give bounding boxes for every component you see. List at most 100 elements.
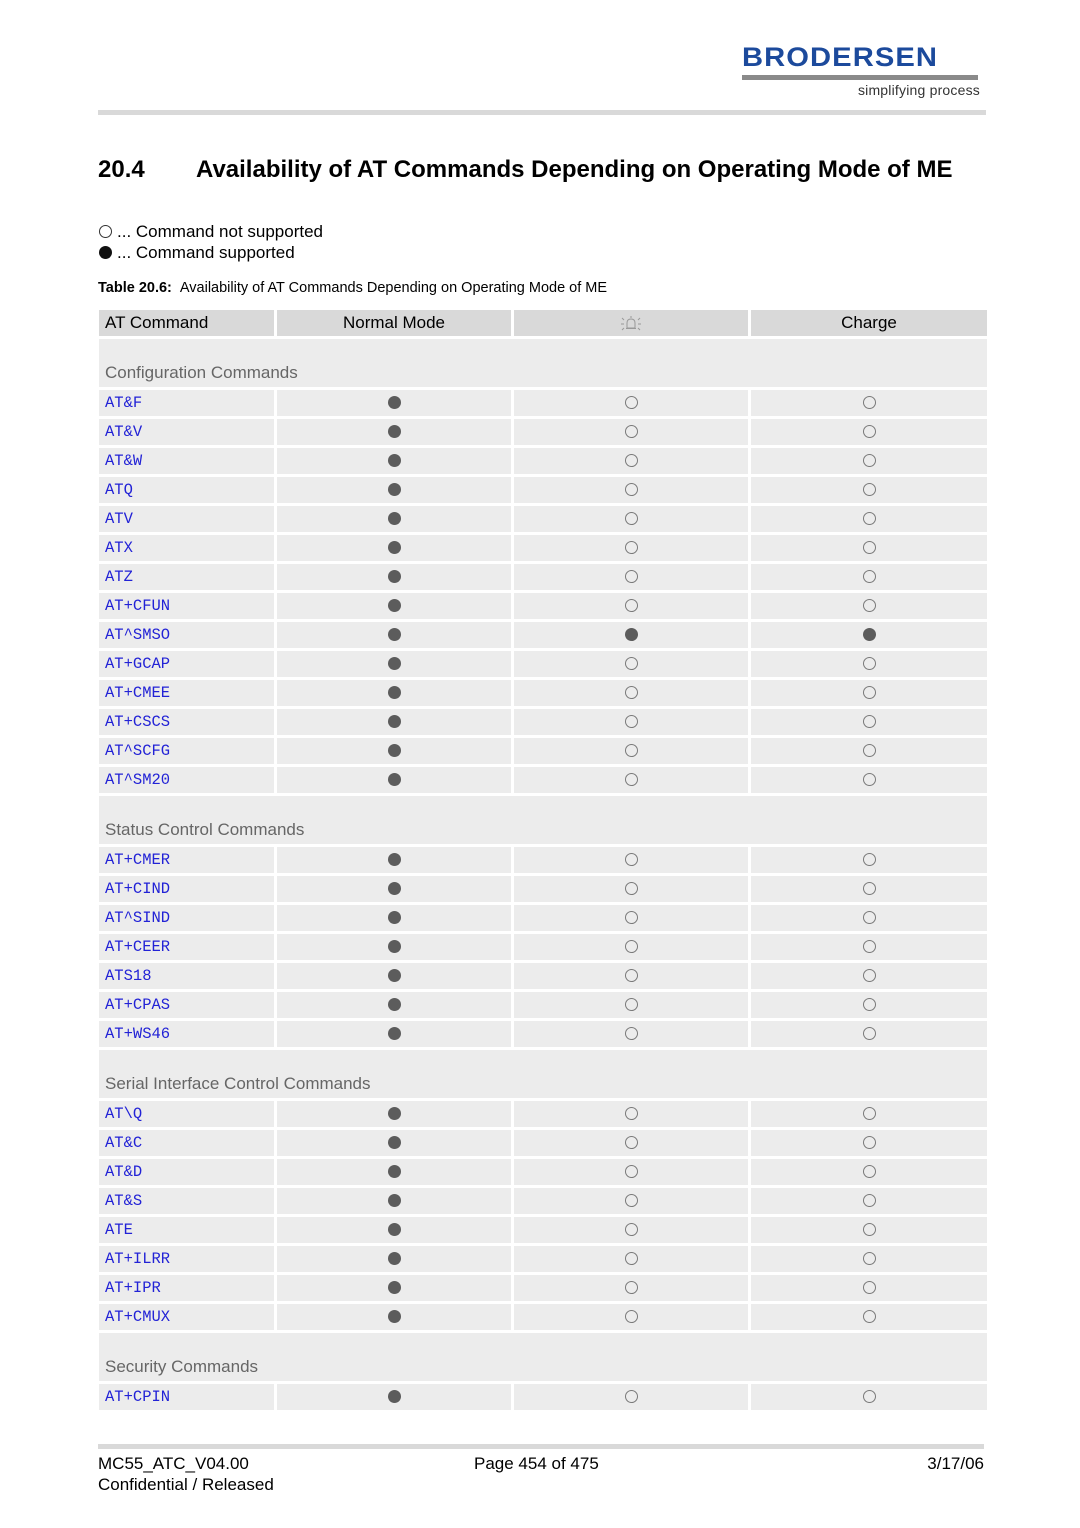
command-link[interactable]: AT+CMUX	[99, 1304, 274, 1330]
supported-filled-circle-icon	[387, 570, 401, 584]
command-link[interactable]: AT+CPAS	[99, 992, 274, 1018]
cell-charge-mode	[751, 1101, 987, 1127]
table-body: Configuration Commands AT&F AT&V AT&W ATQ ATV…	[99, 339, 987, 1410]
cell-normal-mode	[277, 390, 511, 416]
not-supported-open-circle-icon	[862, 1136, 876, 1150]
command-link[interactable]: ATX	[99, 535, 274, 561]
command-link[interactable]: ATV	[99, 506, 274, 532]
cell-charge-mode	[751, 477, 987, 503]
group-title: Serial Interface Control Commands	[99, 1050, 987, 1098]
footer-doc-id: MC55_ATC_V04.00	[98, 1454, 249, 1473]
command-link[interactable]: ATS18	[99, 963, 274, 989]
legend-supported: ... Command supported	[98, 242, 323, 263]
cell-alarm-mode	[514, 477, 748, 503]
not-supported-open-circle-icon	[624, 396, 638, 410]
command-link[interactable]: AT+GCAP	[99, 651, 274, 677]
cell-alarm-mode	[514, 593, 748, 619]
command-link[interactable]: AT+CIND	[99, 876, 274, 902]
cell-normal-mode	[277, 506, 511, 532]
command-link[interactable]: AT^SCFG	[99, 738, 274, 764]
cell-charge-mode	[751, 992, 987, 1018]
command-link[interactable]: ATE	[99, 1217, 274, 1243]
cell-normal-mode	[277, 876, 511, 902]
command-link[interactable]: AT&C	[99, 1130, 274, 1156]
logo-wordmark: BRODERSEN	[742, 42, 939, 72]
table-row: AT+CPAS	[99, 992, 987, 1018]
not-supported-open-circle-icon	[862, 969, 876, 983]
not-supported-open-circle-icon	[624, 773, 638, 787]
not-supported-open-circle-icon	[862, 541, 876, 555]
not-supported-open-circle-icon	[624, 1136, 638, 1150]
cell-alarm-mode	[514, 1217, 748, 1243]
cell-normal-mode	[277, 448, 511, 474]
cell-normal-mode	[277, 1021, 511, 1047]
command-link[interactable]: AT+CFUN	[99, 593, 274, 619]
not-supported-open-circle-icon	[862, 454, 876, 468]
command-link[interactable]: AT^SM20	[99, 767, 274, 793]
footer-date: 3/17/06	[927, 1454, 984, 1473]
supported-filled-circle-icon	[387, 1165, 401, 1179]
not-supported-open-circle-icon	[862, 425, 876, 439]
cell-alarm-mode	[514, 448, 748, 474]
command-link[interactable]: AT\Q	[99, 1101, 274, 1127]
command-link[interactable]: AT+CMEE	[99, 680, 274, 706]
command-link[interactable]: AT&F	[99, 390, 274, 416]
supported-filled-circle-icon	[387, 1281, 401, 1295]
table-row: AT\Q	[99, 1101, 987, 1127]
cell-alarm-mode	[514, 651, 748, 677]
column-header-normal-mode: Normal Mode	[277, 310, 511, 336]
footer-status: Confidential / Released	[98, 1475, 274, 1494]
command-link[interactable]: AT&S	[99, 1188, 274, 1214]
header-rule	[98, 110, 986, 115]
not-supported-open-circle-icon	[624, 541, 638, 555]
command-link[interactable]: ATQ	[99, 477, 274, 503]
cell-normal-mode	[277, 651, 511, 677]
command-link[interactable]: AT&W	[99, 448, 274, 474]
command-link[interactable]: AT+ILRR	[99, 1246, 274, 1272]
cell-charge-mode	[751, 1246, 987, 1272]
command-link[interactable]: AT&V	[99, 419, 274, 445]
table-row: AT+IPR	[99, 1275, 987, 1301]
logo-tagline: simplifying process	[857, 82, 980, 98]
supported-filled-circle-icon	[387, 773, 401, 787]
supported-filled-circle-icon	[387, 744, 401, 758]
cell-normal-mode	[277, 1188, 511, 1214]
command-link[interactable]: AT+CPIN	[99, 1384, 274, 1410]
column-header-charge: Charge	[751, 310, 987, 336]
command-link[interactable]: AT+IPR	[99, 1275, 274, 1301]
not-supported-open-circle-icon	[624, 1027, 638, 1041]
group-title: Status Control Commands	[99, 796, 987, 844]
table-row: AT+GCAP	[99, 651, 987, 677]
command-link[interactable]: AT+CEER	[99, 934, 274, 960]
not-supported-open-circle-icon	[624, 657, 638, 671]
command-link[interactable]: AT+CSCS	[99, 709, 274, 735]
cell-charge-mode	[751, 1304, 987, 1330]
not-supported-open-circle-icon	[862, 773, 876, 787]
not-supported-open-circle-icon	[624, 454, 638, 468]
filled-circle-icon	[99, 246, 112, 259]
command-link[interactable]: ATZ	[99, 564, 274, 590]
cell-normal-mode	[277, 593, 511, 619]
command-link[interactable]: AT+WS46	[99, 1021, 274, 1047]
cell-normal-mode	[277, 1275, 511, 1301]
cell-alarm-mode	[514, 876, 748, 902]
cell-normal-mode	[277, 934, 511, 960]
cell-normal-mode	[277, 564, 511, 590]
cell-charge-mode	[751, 593, 987, 619]
supported-filled-circle-icon	[387, 1310, 401, 1324]
cell-charge-mode	[751, 535, 987, 561]
supported-filled-circle-icon	[387, 657, 401, 671]
not-supported-open-circle-icon	[862, 940, 876, 954]
footer-page-number: Page 454 of 475	[474, 1454, 599, 1473]
cell-alarm-mode	[514, 963, 748, 989]
command-link[interactable]: AT&D	[99, 1159, 274, 1185]
command-link[interactable]: AT^SIND	[99, 905, 274, 931]
not-supported-open-circle-icon	[624, 1281, 638, 1295]
cell-charge-mode	[751, 564, 987, 590]
table-row: AT+ILRR	[99, 1246, 987, 1272]
cell-alarm-mode	[514, 1130, 748, 1156]
supported-filled-circle-icon	[387, 940, 401, 954]
command-link[interactable]: AT+CMER	[99, 847, 274, 873]
cell-alarm-mode	[514, 390, 748, 416]
command-link[interactable]: AT^SMSO	[99, 622, 274, 648]
